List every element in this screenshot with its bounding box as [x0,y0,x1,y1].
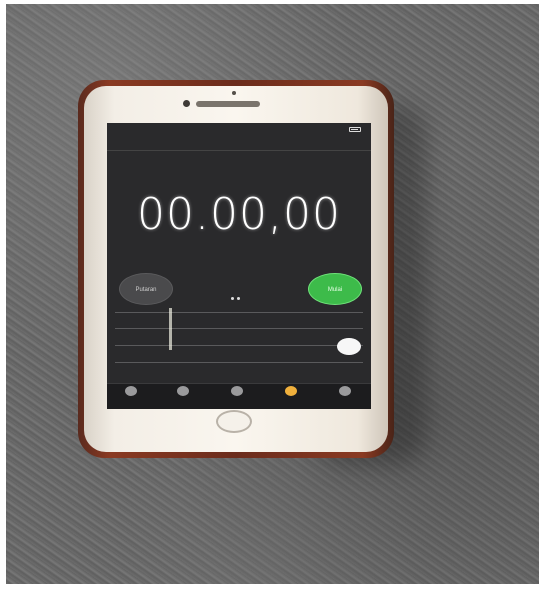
battery-icon [349,127,361,132]
tab-world-clock[interactable] [109,386,153,398]
lap-list-divider [115,312,363,313]
tab-timer[interactable] [323,386,367,398]
page-dot [231,297,234,300]
alarm-icon [177,386,189,396]
tab-bedtime[interactable] [215,386,259,398]
stopwatch-time-display: 00.00,00 [137,189,341,240]
lap-list-divider [115,345,363,346]
tab-stopwatch[interactable] [269,386,313,398]
sensor-dot [232,91,236,95]
phone-screen: 00.00,00 Putaran Mulai [107,123,371,409]
start-button[interactable]: Mulai [308,273,362,305]
home-button[interactable] [216,410,252,433]
tab-alarm[interactable] [161,386,205,398]
lap-list-divider [115,362,363,363]
screen-glare [169,308,172,350]
lap-list-divider [115,328,363,329]
stopwatch-icon [285,386,297,396]
page-dot [237,297,240,300]
timer-icon [339,386,351,396]
status-bar [107,123,371,135]
front-camera-icon [183,100,190,107]
divider [107,150,371,151]
page-indicator[interactable] [231,287,247,300]
world-clock-icon [125,386,137,396]
earpiece-speaker [196,101,260,107]
assistive-touch-icon[interactable] [337,338,361,355]
bed-icon [231,386,243,396]
lap-button[interactable]: Putaran [119,273,173,305]
tab-bar [107,383,371,409]
